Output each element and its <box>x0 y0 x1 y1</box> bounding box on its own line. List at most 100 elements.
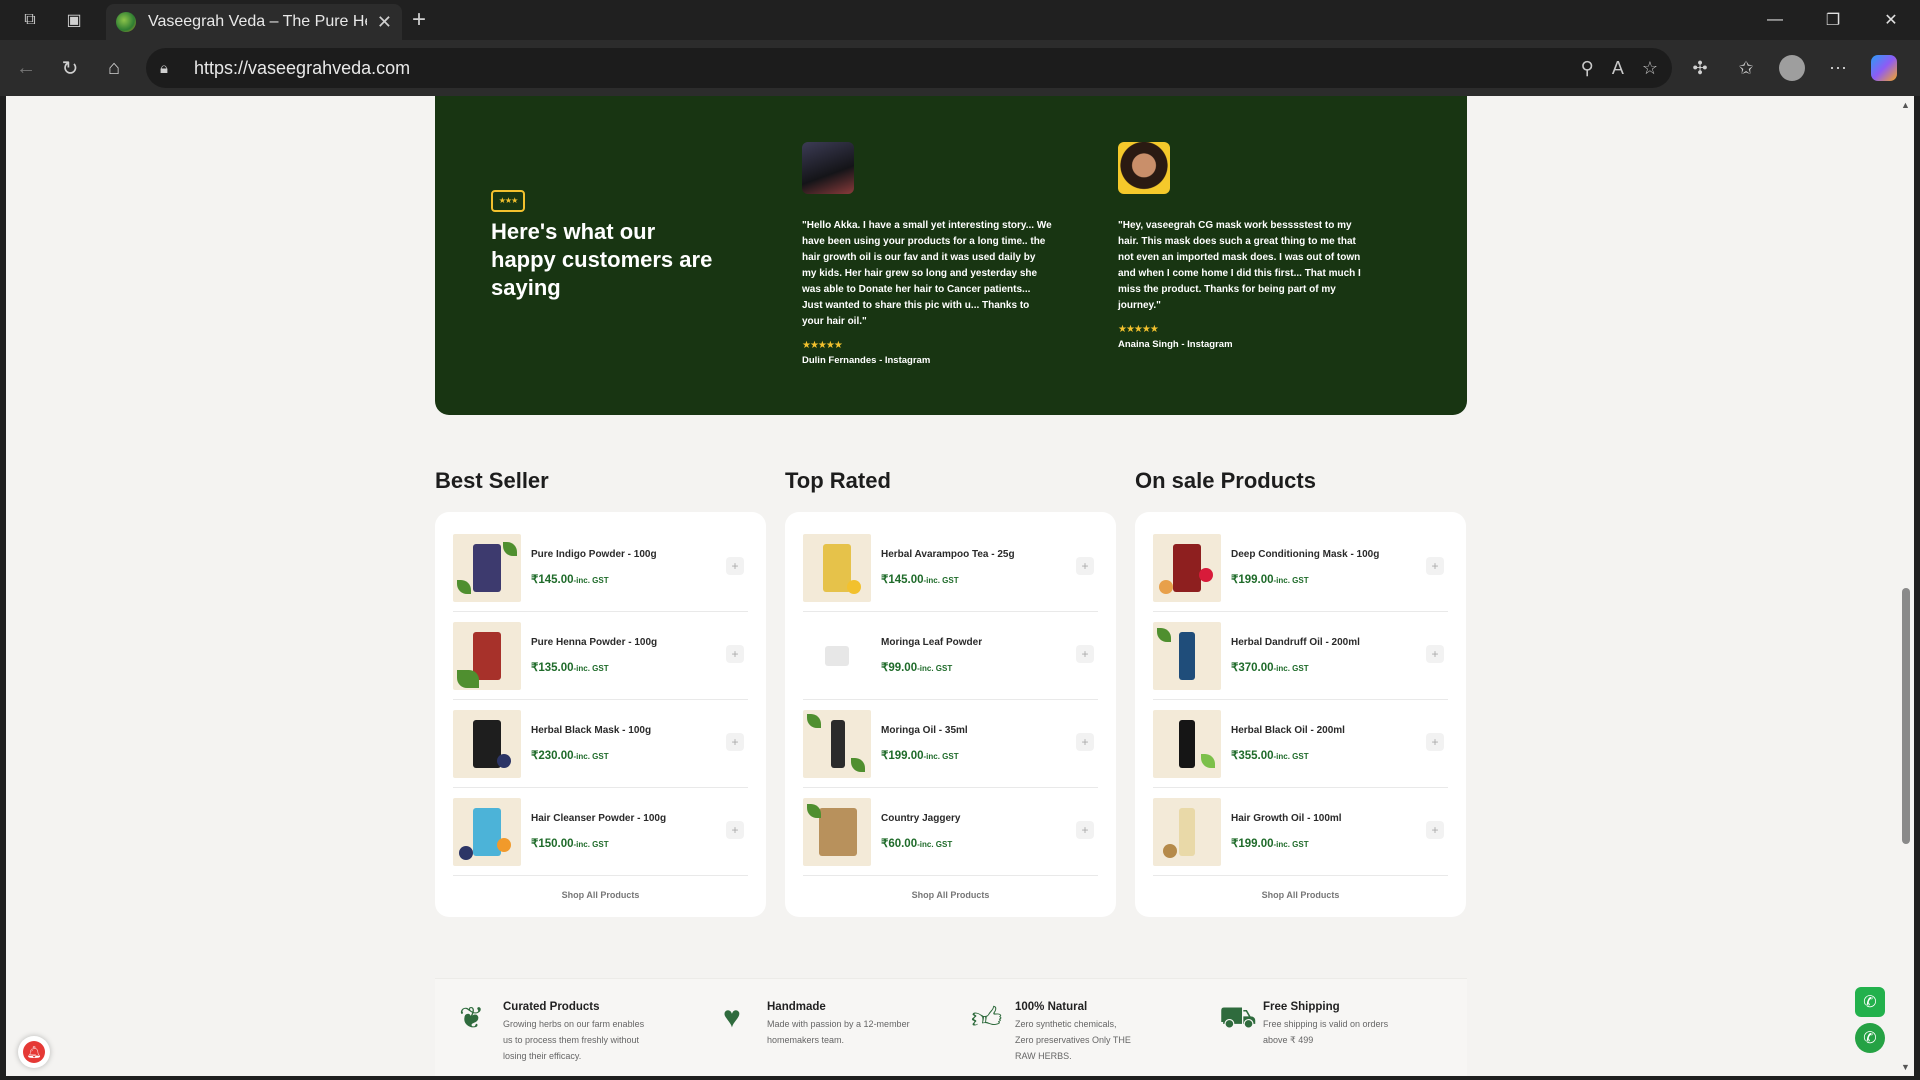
review-card: "Hey, vaseegrah CG mask work besssstest … <box>1118 142 1368 350</box>
scroll-up-icon[interactable]: ▲ <box>1901 100 1910 110</box>
product-image[interactable] <box>453 797 521 866</box>
close-tab-icon[interactable]: ✕ <box>377 12 392 33</box>
feature-item: ⛟ Free Shipping Free shipping is valid on… <box>1219 1001 1439 1048</box>
product-price: ₹145.00 <box>881 574 924 586</box>
notification-bell-button[interactable]: 🔔︎ <box>18 1036 50 1068</box>
add-to-cart-button[interactable]: + <box>1076 821 1094 839</box>
product-name[interactable]: Herbal Black Mask - 100g <box>531 725 748 736</box>
product-image-placeholder[interactable] <box>803 621 871 690</box>
add-to-cart-button[interactable]: + <box>1076 645 1094 663</box>
add-to-cart-button[interactable]: + <box>1426 821 1444 839</box>
feature-title: 100% Natural <box>1015 1001 1088 1013</box>
product-image[interactable] <box>453 533 521 602</box>
product-name[interactable]: Herbal Avarampoo Tea - 25g <box>881 549 1098 560</box>
list-item[interactable]: Herbal Dandruff Oil - 200ml ₹370.00-inc.… <box>1153 612 1448 700</box>
list-item[interactable]: Pure Indigo Powder - 100g ₹145.00-inc. G… <box>453 524 748 612</box>
extensions-icon[interactable]: ✣ <box>1680 48 1720 88</box>
list-item[interactable]: Herbal Black Mask - 100g ₹230.00-inc. GS… <box>453 700 748 788</box>
product-name[interactable]: Pure Indigo Powder - 100g <box>531 549 748 560</box>
reviewer-photo <box>802 142 854 194</box>
list-item[interactable]: Pure Henna Powder - 100g ₹135.00-inc. GS… <box>453 612 748 700</box>
whatsapp-button[interactable]: ✆ <box>1855 1023 1885 1053</box>
add-to-cart-button[interactable]: + <box>1426 645 1444 663</box>
add-to-cart-button[interactable]: + <box>726 645 744 663</box>
feature-title: Handmade <box>767 1001 826 1013</box>
scrollbar-thumb[interactable] <box>1902 588 1910 844</box>
favorite-star-icon[interactable]: ☆ <box>1642 58 1658 79</box>
product-name[interactable]: Country Jaggery <box>881 813 1098 824</box>
call-button[interactable]: ✆ <box>1855 987 1885 1017</box>
review-stars: ★★★★★ <box>1118 324 1159 335</box>
minimize-button[interactable]: — <box>1746 0 1804 40</box>
profile-avatar[interactable] <box>1779 55 1805 81</box>
product-name[interactable]: Pure Henna Powder - 100g <box>531 637 748 648</box>
add-to-cart-button[interactable]: + <box>1426 557 1444 575</box>
on-sale-title: On sale Products <box>1135 468 1316 493</box>
product-image[interactable] <box>1153 533 1221 602</box>
list-item[interactable]: Herbal Avarampoo Tea - 25g ₹145.00-inc. … <box>803 524 1098 612</box>
list-item[interactable]: Moringa Leaf Powder ₹99.00-inc. GST + <box>803 612 1098 700</box>
on-sale-list: Deep Conditioning Mask - 100g ₹199.00-in… <box>1135 512 1466 917</box>
more-menu-icon[interactable]: ⋯ <box>1818 48 1858 88</box>
page-scrollbar[interactable]: ▲ ▼ <box>1898 96 1914 1076</box>
product-image[interactable] <box>453 709 521 778</box>
product-image[interactable] <box>803 797 871 866</box>
lock-icon[interactable]: 🔒︎ <box>160 60 180 77</box>
add-to-cart-button[interactable]: + <box>1426 733 1444 751</box>
product-image[interactable] <box>1153 797 1221 866</box>
feature-title: Free Shipping <box>1263 1001 1340 1013</box>
home-button[interactable]: ⌂ <box>92 48 136 88</box>
back-button[interactable]: ← <box>4 48 48 88</box>
list-item[interactable]: Hair Growth Oil - 100ml ₹199.00-inc. GST… <box>1153 788 1448 876</box>
list-item[interactable]: Moringa Oil - 35ml ₹199.00-inc. GST + <box>803 700 1098 788</box>
product-name[interactable]: Herbal Dandruff Oil - 200ml <box>1231 637 1448 648</box>
product-image[interactable] <box>453 621 521 690</box>
url-text[interactable]: https://vaseegrahveda.com <box>194 58 410 79</box>
list-item[interactable]: Hair Cleanser Powder - 100g ₹150.00-inc.… <box>453 788 748 876</box>
product-name[interactable]: Moringa Leaf Powder <box>881 637 1098 648</box>
browser-tab[interactable]: Vaseegrah Veda – The Pure Herba ✕ <box>106 4 402 40</box>
refresh-button[interactable]: ↻ <box>48 48 92 88</box>
product-name[interactable]: Deep Conditioning Mask - 100g <box>1231 549 1448 560</box>
favorites-icon[interactable]: ✩ <box>1726 48 1766 88</box>
address-bar[interactable]: 🔒︎ https://vaseegrahveda.com ⚲ A ☆ <box>146 48 1672 88</box>
tax-note: -inc. GST <box>1273 664 1309 673</box>
tax-note: -inc. GST <box>573 840 609 849</box>
add-to-cart-button[interactable]: + <box>726 733 744 751</box>
product-price: ₹355.00 <box>1231 750 1274 762</box>
rating-badge-icon: ★★★ <box>491 190 525 212</box>
vertical-tabs-icon[interactable]: ▣ <box>52 0 96 40</box>
workspaces-icon[interactable]: ⧉ <box>8 0 52 40</box>
product-name[interactable]: Moringa Oil - 35ml <box>881 725 1098 736</box>
add-to-cart-button[interactable]: + <box>726 821 744 839</box>
close-window-button[interactable]: ✕ <box>1862 0 1920 40</box>
restore-button[interactable]: ❐ <box>1804 0 1862 40</box>
review-author: Dulin Fernandes - Instagram <box>802 355 931 366</box>
list-item[interactable]: Deep Conditioning Mask - 100g ₹199.00-in… <box>1153 524 1448 612</box>
zoom-icon[interactable]: ⚲ <box>1581 58 1594 79</box>
truck-icon: ⛟ <box>1219 1001 1257 1034</box>
list-item[interactable]: Herbal Black Oil - 200ml ₹355.00-inc. GS… <box>1153 700 1448 788</box>
product-image[interactable] <box>803 709 871 778</box>
new-tab-button[interactable]: + <box>412 6 426 34</box>
features-strip: ❦ Curated Products Growing herbs on our f… <box>435 978 1467 1076</box>
product-name[interactable]: Hair Growth Oil - 100ml <box>1231 813 1448 824</box>
product-name[interactable]: Hair Cleanser Powder - 100g <box>531 813 748 824</box>
product-image[interactable] <box>1153 621 1221 690</box>
shop-all-link[interactable]: Shop All Products <box>453 890 748 900</box>
add-to-cart-button[interactable]: + <box>1076 557 1094 575</box>
testimonials-section: ★★★ Here's what our happy customers are … <box>435 96 1467 415</box>
copilot-icon[interactable] <box>1871 55 1897 81</box>
product-image[interactable] <box>1153 709 1221 778</box>
add-to-cart-button[interactable]: + <box>726 557 744 575</box>
product-name[interactable]: Herbal Black Oil - 200ml <box>1231 725 1448 736</box>
product-image[interactable] <box>803 533 871 602</box>
tax-note: -inc. GST <box>573 576 609 585</box>
read-aloud-icon[interactable]: A <box>1612 58 1624 79</box>
list-item[interactable]: Country Jaggery ₹60.00-inc. GST + <box>803 788 1098 876</box>
shop-all-link[interactable]: Shop All Products <box>803 890 1098 900</box>
scroll-down-icon[interactable]: ▼ <box>1901 1062 1910 1072</box>
add-to-cart-button[interactable]: + <box>1076 733 1094 751</box>
shop-all-link[interactable]: Shop All Products <box>1153 890 1448 900</box>
tax-note: -inc. GST <box>923 752 959 761</box>
